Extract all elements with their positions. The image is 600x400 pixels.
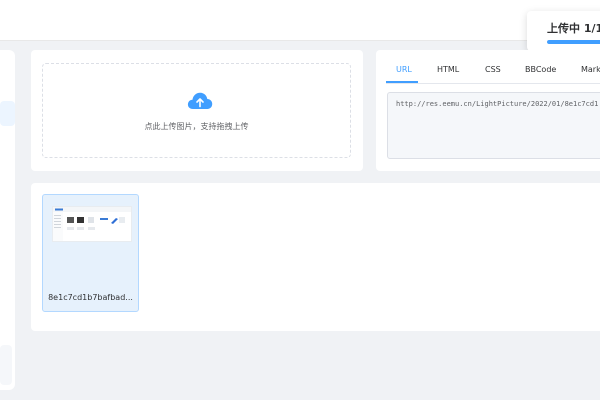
upload-hint: 点此上传图片，支持拖拽上传 <box>144 122 249 131</box>
cloud-upload-icon <box>187 92 213 109</box>
tab-html[interactable]: HTML <box>437 65 459 74</box>
tab-url[interactable]: URL <box>396 65 412 74</box>
link-output-field[interactable]: http://res.eemu.cn/LightPicture/2022/01/… <box>387 92 600 159</box>
gallery-item-filename: 8e1c7cd1b7bafbad... <box>48 293 133 302</box>
sidebar-bottom-panel[interactable] <box>0 345 12 385</box>
upload-card: 点此上传图片，支持拖拽上传 <box>31 50 363 171</box>
sidebar-item-active[interactable] <box>0 101 15 126</box>
tab-bbcode[interactable]: BBCode <box>525 65 556 74</box>
gallery-thumbnail <box>52 206 132 242</box>
gallery-item[interactable]: 8e1c7cd1b7bafbad... <box>42 194 139 312</box>
tab-css[interactable]: CSS <box>485 65 501 74</box>
sidebar <box>0 50 15 390</box>
upload-progress-popup: 上传中 1/1 <box>527 11 600 51</box>
tabs-divider <box>386 83 600 84</box>
upload-progress-bar <box>547 40 600 44</box>
tab-markdown[interactable]: Mark <box>581 65 600 74</box>
screenshot-thumbnail-image <box>53 207 131 241</box>
link-output-text: http://res.eemu.cn/LightPicture/2022/01/… <box>396 100 599 108</box>
link-panel: URL HTML CSS BBCode Mark http://res.eemu… <box>376 50 600 171</box>
top-bar <box>0 0 600 41</box>
upload-dropzone[interactable]: 点此上传图片，支持拖拽上传 <box>42 63 351 158</box>
active-tab-indicator <box>386 81 418 83</box>
upload-progress-fill <box>547 40 600 44</box>
gallery-card: 8e1c7cd1b7bafbad... <box>31 183 600 331</box>
upload-progress-label: 上传中 1/1 <box>547 22 600 35</box>
